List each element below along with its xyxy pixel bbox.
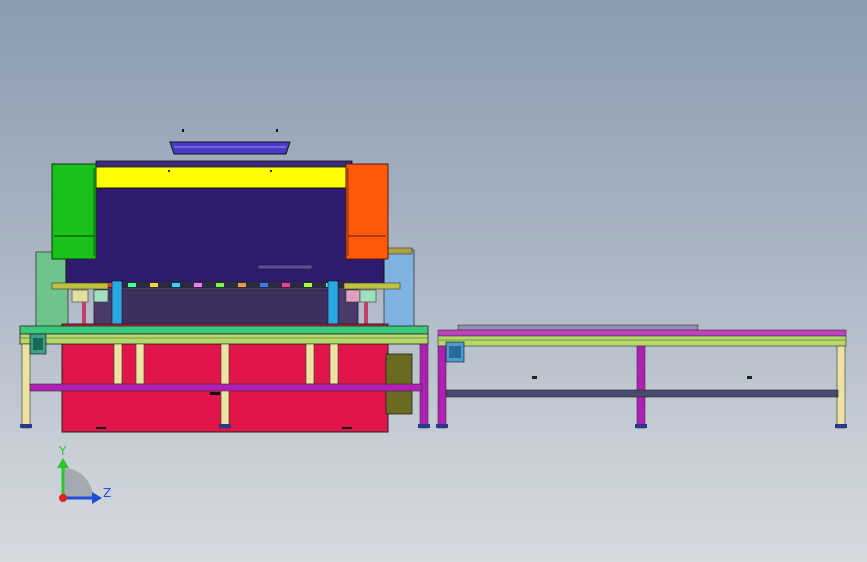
front-leg-5 [305, 343, 315, 385]
ram-body [65, 187, 385, 285]
top-beam [91, 165, 355, 189]
conveyor-leg-3 [836, 345, 846, 429]
top-rail [169, 141, 291, 155]
front-table-frame [19, 333, 429, 345]
y-axis-label: Y [58, 444, 67, 458]
conveyor-leg-2 [636, 345, 646, 429]
front-leg-6 [329, 343, 339, 385]
tool-strip [96, 282, 358, 288]
conveyor-top [437, 329, 847, 337]
left-side-panel [35, 251, 69, 329]
conveyor-rail [457, 324, 699, 331]
front-leg-2 [113, 343, 123, 385]
front-table-top [19, 325, 429, 335]
ram-handle [257, 264, 313, 270]
z-axis-arrow [92, 492, 102, 504]
z-axis-label: Z [103, 486, 111, 500]
conveyor-leg-1 [437, 345, 447, 429]
right-cyan-post [327, 280, 339, 328]
press-brake [19, 129, 430, 433]
right-side-bracket [385, 247, 413, 255]
coordinate-triad: Y Z [57, 444, 111, 504]
front-crossbar [29, 383, 423, 392]
left-cover [51, 163, 97, 260]
triad-arc [63, 468, 93, 498]
right-cover [345, 163, 389, 260]
cad-viewport[interactable]: Y Z [0, 0, 867, 562]
origin-dot [59, 494, 67, 502]
top-beam-cap [95, 160, 353, 168]
conveyor-frame [437, 335, 847, 347]
conveyor-table [436, 324, 847, 429]
front-leg-3 [135, 343, 145, 385]
conveyor-lower-rail [445, 389, 839, 398]
front-leg-1 [21, 343, 31, 429]
left-cyan-post [111, 280, 123, 328]
y-axis-arrow [57, 458, 69, 468]
